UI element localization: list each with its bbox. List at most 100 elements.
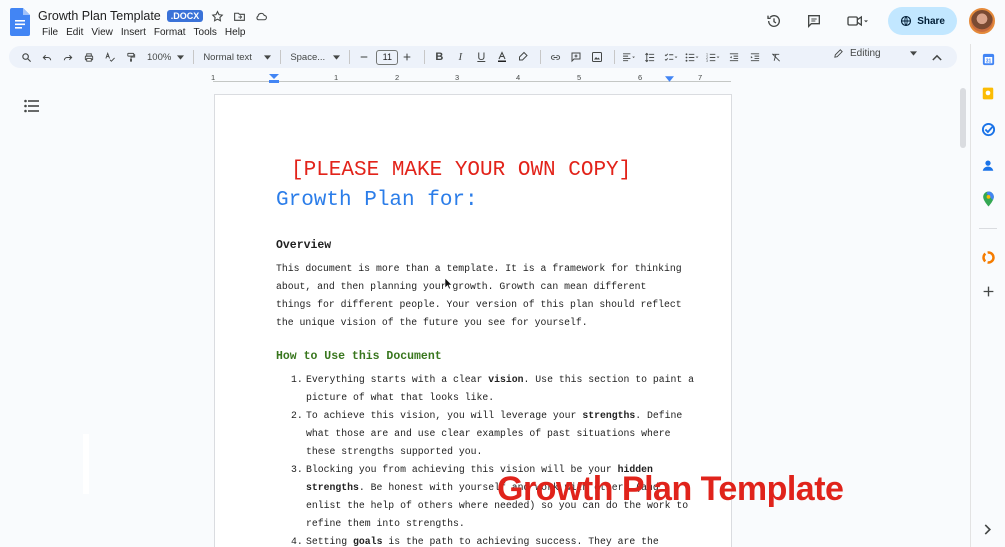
overlay-bar: [83, 434, 89, 494]
font-dropdown[interactable]: Space...: [286, 52, 344, 63]
list-number: 4.: [291, 536, 303, 547]
increase-font-size-icon[interactable]: [398, 48, 416, 66]
document-outline-icon[interactable]: [24, 99, 40, 113]
share-label: Share: [917, 15, 945, 27]
paint-format-icon[interactable]: [122, 48, 140, 66]
clear-formatting-icon[interactable]: [767, 48, 785, 66]
scrollbar[interactable]: [960, 88, 966, 148]
font-size-input[interactable]: 11: [376, 49, 399, 65]
calendar-icon[interactable]: 31: [979, 50, 997, 68]
side-panel: 31: [970, 44, 1005, 547]
highlight-icon[interactable]: [514, 48, 532, 66]
divider: [424, 50, 426, 64]
version-history-icon[interactable]: [760, 7, 788, 35]
line-spacing-icon[interactable]: [641, 48, 659, 66]
divider: [193, 50, 195, 64]
divider: [979, 228, 997, 229]
move-folder-icon[interactable]: [231, 8, 247, 24]
ruler-number: 3: [455, 73, 460, 82]
ruler-number: 5: [577, 73, 582, 82]
overview-paragraph: This document is more than a template. I…: [276, 263, 682, 328]
tasks-icon[interactable]: [979, 120, 997, 138]
section-heading-how-to-use: How to Use this Document: [276, 350, 442, 363]
document-heading: Growth Plan for:: [276, 189, 478, 212]
divider: [280, 50, 282, 64]
text-run: is the path to achieving success. They a…: [382, 536, 659, 547]
keep-icon[interactable]: [979, 84, 997, 102]
list-item: 1. Everything starts with a clear vision.…: [276, 371, 696, 407]
collapse-toolbar-icon[interactable]: [928, 48, 946, 66]
decrease-font-size-icon[interactable]: [355, 48, 373, 66]
bold-text: goals: [353, 536, 383, 547]
menu-format[interactable]: Format: [150, 26, 190, 39]
align-icon[interactable]: [620, 48, 638, 66]
addon-icon[interactable]: [979, 248, 997, 266]
globe-icon: [901, 15, 912, 27]
zoom-value: 100%: [147, 51, 172, 63]
decrease-indent-icon[interactable]: [725, 48, 743, 66]
editing-mode-dropdown[interactable]: Editing: [833, 48, 917, 59]
redo-icon[interactable]: [59, 48, 77, 66]
menu-tools[interactable]: Tools: [190, 26, 221, 39]
search-menus-icon[interactable]: [17, 48, 35, 66]
copy-banner: [PLEASE MAKE YOUR OWN COPY]: [291, 159, 632, 182]
overlay-title: Growth Plan Template: [497, 470, 844, 508]
add-addon-icon[interactable]: [979, 282, 997, 300]
share-button[interactable]: Share: [888, 7, 957, 35]
contacts-icon[interactable]: [979, 156, 997, 174]
left-indent-marker-icon[interactable]: [269, 74, 279, 83]
menu-bar: File Edit View Insert Format Tools Help: [38, 26, 249, 39]
text-run: To achieve this vision, you will leverag…: [306, 410, 583, 421]
add-comment-icon[interactable]: [567, 48, 585, 66]
divider: [349, 50, 351, 64]
bulleted-list-icon[interactable]: [683, 48, 701, 66]
numbered-list-icon[interactable]: 123: [704, 48, 722, 66]
how-to-list: 1. Everything starts with a clear vision.…: [276, 371, 696, 547]
horizontal-ruler[interactable]: 1 1 2 3 4 5 6 7: [211, 72, 731, 84]
svg-text:31: 31: [985, 58, 991, 64]
print-icon[interactable]: [80, 48, 98, 66]
star-icon[interactable]: [209, 8, 225, 24]
chevron-right-icon[interactable]: [979, 520, 997, 538]
chevron-down-icon: [333, 54, 341, 60]
section-heading-overview: Overview: [276, 239, 332, 252]
avatar[interactable]: [969, 8, 995, 34]
document-title[interactable]: Growth Plan Template: [38, 9, 161, 23]
pencil-icon: [834, 49, 843, 58]
increase-indent-icon[interactable]: [746, 48, 764, 66]
insert-link-icon[interactable]: [546, 48, 564, 66]
docx-badge: .DOCX: [166, 10, 204, 22]
menu-help[interactable]: Help: [221, 26, 250, 39]
menu-edit[interactable]: Edit: [62, 26, 87, 39]
bold-icon[interactable]: B: [430, 48, 448, 66]
ruler-number: 1: [211, 73, 216, 82]
italic-icon[interactable]: I: [451, 48, 469, 66]
list-number: 2.: [291, 410, 303, 421]
menu-file[interactable]: File: [38, 26, 62, 39]
bold-text: vision: [488, 374, 524, 385]
meet-icon[interactable]: [840, 7, 876, 35]
cloud-status-icon[interactable]: [253, 8, 269, 24]
insert-image-icon[interactable]: [588, 48, 606, 66]
spellcheck-icon[interactable]: [101, 48, 119, 66]
underline-icon[interactable]: U: [472, 48, 490, 66]
menu-view[interactable]: View: [87, 26, 117, 39]
menu-insert[interactable]: Insert: [117, 26, 150, 39]
docs-logo-icon[interactable]: [10, 8, 30, 36]
right-indent-marker-icon[interactable]: [665, 76, 674, 82]
undo-icon[interactable]: [38, 48, 56, 66]
zoom-dropdown[interactable]: 100%: [143, 52, 188, 63]
list-number: 1.: [291, 374, 303, 385]
divider: [540, 50, 542, 64]
text-color-icon[interactable]: [493, 48, 511, 66]
bold-text: strengths: [582, 410, 636, 421]
text-run: Setting: [306, 536, 354, 547]
ruler-number: 6: [638, 73, 643, 82]
ruler-number: 1: [334, 73, 339, 82]
checklist-icon[interactable]: [662, 48, 680, 66]
paragraph-style-value: Normal text: [203, 51, 252, 63]
comments-icon[interactable]: [800, 7, 828, 35]
chevron-down-icon: [177, 54, 185, 60]
paragraph-style-dropdown[interactable]: Normal text: [199, 52, 275, 63]
maps-icon[interactable]: [979, 190, 997, 208]
